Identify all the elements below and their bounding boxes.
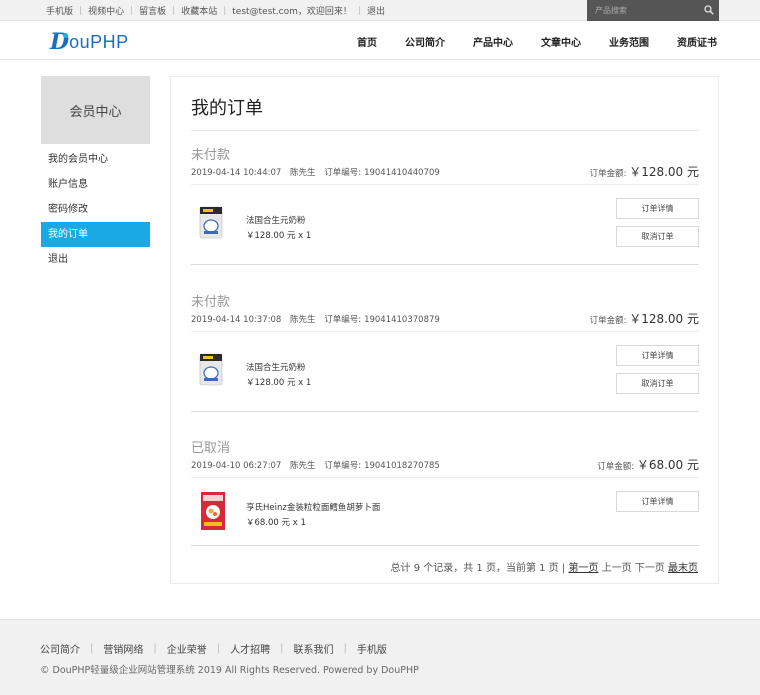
product-thumbnail[interactable] — [197, 490, 229, 532]
amount-value: ￥68.00 元 — [636, 458, 699, 472]
product-price: ￥128.00 元 x 1 — [246, 231, 312, 241]
member-sidebar: 会员中心 我的会员中心 账户信息 密码修改 我的订单 退出 — [41, 76, 150, 272]
title-divider — [191, 130, 699, 131]
order-customer: 陈先生 — [289, 168, 316, 178]
order-bottom-divider — [191, 545, 699, 546]
order-no: 19041018270785 — [364, 461, 440, 471]
product-search — [587, 0, 719, 21]
site-logo[interactable]: D ouPHP — [50, 29, 129, 55]
order-customer: 陈先生 — [289, 461, 316, 471]
top-link-mobile[interactable]: 手机版 — [40, 4, 79, 17]
product-price: ￥128.00 元 x 1 — [246, 378, 312, 388]
order-no: 19041410440709 — [364, 168, 440, 178]
order-no-label: 订单编号: — [324, 315, 362, 325]
order-card: 已取消 2019-04-10 06:27:07 陈先生 订单编号: 1904101… — [191, 437, 699, 547]
cancel-order-button[interactable]: 取消订单 — [616, 226, 699, 247]
order-no-label: 订单编号: — [324, 461, 362, 471]
pager-first[interactable]: 第一页 — [568, 563, 598, 574]
footer-link-honors[interactable]: 企业荣誉 — [167, 641, 207, 656]
amount-value: ￥128.00 元 — [629, 312, 699, 326]
order-amount: 订单金额: ￥128.00 元 — [590, 163, 699, 180]
sidebar-title: 会员中心 — [41, 76, 150, 144]
top-link-logout[interactable]: 退出 — [361, 4, 391, 17]
order-no-label: 订单编号: — [324, 168, 362, 178]
pager-next: 下一页 — [634, 563, 665, 574]
nav-home[interactable]: 首页 — [357, 34, 377, 49]
footer-links: 公司简介 | 营销网络 | 企业荣誉 | 人才招聘 | 联系我们 | 手机版 — [40, 641, 387, 656]
top-link-guestbook[interactable]: 留言板 — [133, 4, 172, 17]
order-divider — [191, 331, 699, 332]
nav-about[interactable]: 公司简介 — [405, 34, 445, 49]
order-card: 未付款 2019-04-14 10:44:07 陈先生 订单编号: 1904141… — [191, 144, 699, 266]
page-title: 我的订单 — [191, 98, 263, 119]
sidebar-item-member-center[interactable]: 我的会员中心 — [41, 147, 150, 172]
order-no: 19041410370879 — [364, 315, 440, 325]
sidebar-item-password[interactable]: 密码修改 — [41, 197, 150, 222]
order-detail-button[interactable]: 订单详情 — [616, 491, 699, 512]
order-amount: 订单金额: ￥128.00 元 — [590, 310, 699, 327]
order-bottom-divider — [191, 264, 699, 265]
copyright: © DouPHP轻量级企业网站管理系统 2019 All Rights Rese… — [40, 665, 419, 676]
pager-summary: 总计 9 个记录，共 1 页，当前第 1 页 | — [390, 563, 566, 574]
product-name[interactable]: 亨氏Heinz金装粒粒面鳕鱼胡萝卜面 — [246, 501, 380, 513]
sidebar-item-logout[interactable]: 退出 — [41, 247, 150, 272]
order-amount: 订单金额: ￥68.00 元 — [597, 456, 699, 473]
order-bottom-divider — [191, 411, 699, 412]
amount-label: 订单金额: — [589, 316, 627, 326]
order-meta: 2019-04-10 06:27:07 陈先生 订单编号: 19041018270… — [191, 459, 446, 471]
order-detail-button[interactable]: 订单详情 — [616, 198, 699, 219]
pager-last[interactable]: 最末页 — [668, 563, 698, 574]
amount-value: ￥128.00 元 — [629, 165, 699, 179]
footer-link-jobs[interactable]: 人才招聘 — [230, 641, 270, 656]
logo-dot — [63, 33, 68, 38]
product-name[interactable]: 法国合生元奶粉 — [246, 214, 306, 226]
search-input[interactable] — [587, 0, 699, 21]
product-thumbnail[interactable] — [197, 350, 225, 388]
order-time: 2019-04-14 10:44:07 — [191, 168, 282, 178]
pagination: 总计 9 个记录，共 1 页，当前第 1 页 | 第一页 上一页 下一页 最末页 — [391, 559, 698, 574]
product-name[interactable]: 法国合生元奶粉 — [246, 361, 306, 373]
footer-link-about[interactable]: 公司简介 — [40, 641, 80, 656]
order-divider — [191, 184, 699, 185]
product-thumbnail[interactable] — [197, 203, 225, 241]
orders-panel: 我的订单 未付款 2019-04-14 10:44:07 陈先生 订单编号: 19… — [170, 76, 719, 584]
product-price: ￥68.00 元 x 1 — [246, 518, 306, 528]
footer-link-network[interactable]: 营销网络 — [103, 641, 143, 656]
order-meta: 2019-04-14 10:37:08 陈先生 订单编号: 19041410370… — [191, 313, 446, 325]
order-time: 2019-04-14 10:37:08 — [191, 315, 282, 325]
footer-link-contact[interactable]: 联系我们 — [294, 641, 334, 656]
top-link-bookmark[interactable]: 收藏本站 — [175, 4, 223, 17]
amount-label: 订单金额: — [589, 169, 627, 179]
order-divider — [191, 477, 699, 478]
nav-business[interactable]: 业务范围 — [609, 34, 649, 49]
order-card: 未付款 2019-04-14 10:37:08 陈先生 订单编号: 1904141… — [191, 291, 699, 413]
sidebar-item-my-orders[interactable]: 我的订单 — [41, 222, 150, 247]
order-status: 未付款 — [191, 148, 231, 163]
sidebar-item-account-info[interactable]: 账户信息 — [41, 172, 150, 197]
main-nav: 首页 公司简介 产品中心 文章中心 业务范围 资质证书 — [329, 22, 717, 60]
nav-products[interactable]: 产品中心 — [473, 34, 513, 49]
order-time: 2019-04-10 06:27:07 — [191, 461, 282, 471]
nav-certificates[interactable]: 资质证书 — [677, 34, 717, 49]
site-footer: 公司简介 | 营销网络 | 企业荣誉 | 人才招聘 | 联系我们 | 手机版 ©… — [0, 619, 760, 695]
logo-text: ouPHP — [69, 31, 129, 52]
nav-articles[interactable]: 文章中心 — [541, 34, 581, 49]
search-icon[interactable] — [704, 5, 714, 15]
order-meta: 2019-04-14 10:44:07 陈先生 订单编号: 19041410440… — [191, 166, 446, 178]
order-status: 未付款 — [191, 295, 231, 310]
sidebar-menu: 我的会员中心 账户信息 密码修改 我的订单 退出 — [41, 147, 150, 272]
order-status: 已取消 — [191, 441, 231, 456]
order-detail-button[interactable]: 订单详情 — [616, 345, 699, 366]
top-bar: 手机版 | 视频中心 | 留言板 | 收藏本站 | test@test.com，… — [0, 0, 760, 21]
top-link-video[interactable]: 视频中心 — [82, 4, 130, 17]
order-customer: 陈先生 — [289, 315, 316, 325]
cancel-order-button[interactable]: 取消订单 — [616, 373, 699, 394]
site-header: D ouPHP 首页 公司简介 产品中心 文章中心 业务范围 资质证书 — [0, 22, 760, 60]
footer-link-mobile[interactable]: 手机版 — [357, 641, 387, 656]
top-links: 手机版 | 视频中心 | 留言板 | 收藏本站 | test@test.com，… — [40, 0, 391, 21]
amount-label: 订单金额: — [597, 462, 635, 472]
top-link-welcome-user[interactable]: test@test.com，欢迎回来！ — [226, 4, 358, 17]
pager-prev: 上一页 — [601, 563, 632, 574]
